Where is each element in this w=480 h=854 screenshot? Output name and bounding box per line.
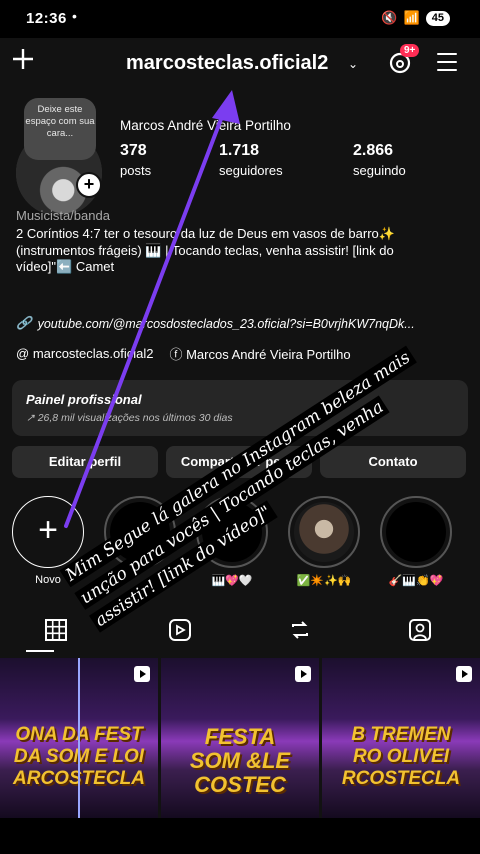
status-time: 12:36: [26, 10, 67, 27]
mute-icon: 🔇: [381, 10, 398, 25]
app-screen: marcosteclas.oficial2 ⌄ 9+ Deixe este es…: [0, 38, 480, 818]
status-icons: 🔇 📶 45: [381, 10, 450, 26]
battery-icon: 45: [425, 10, 450, 26]
status-bar: 12:36 • 🔇 📶 45: [0, 0, 480, 40]
wifi-icon: 📶: [403, 10, 420, 25]
status-dot: •: [72, 8, 77, 24]
